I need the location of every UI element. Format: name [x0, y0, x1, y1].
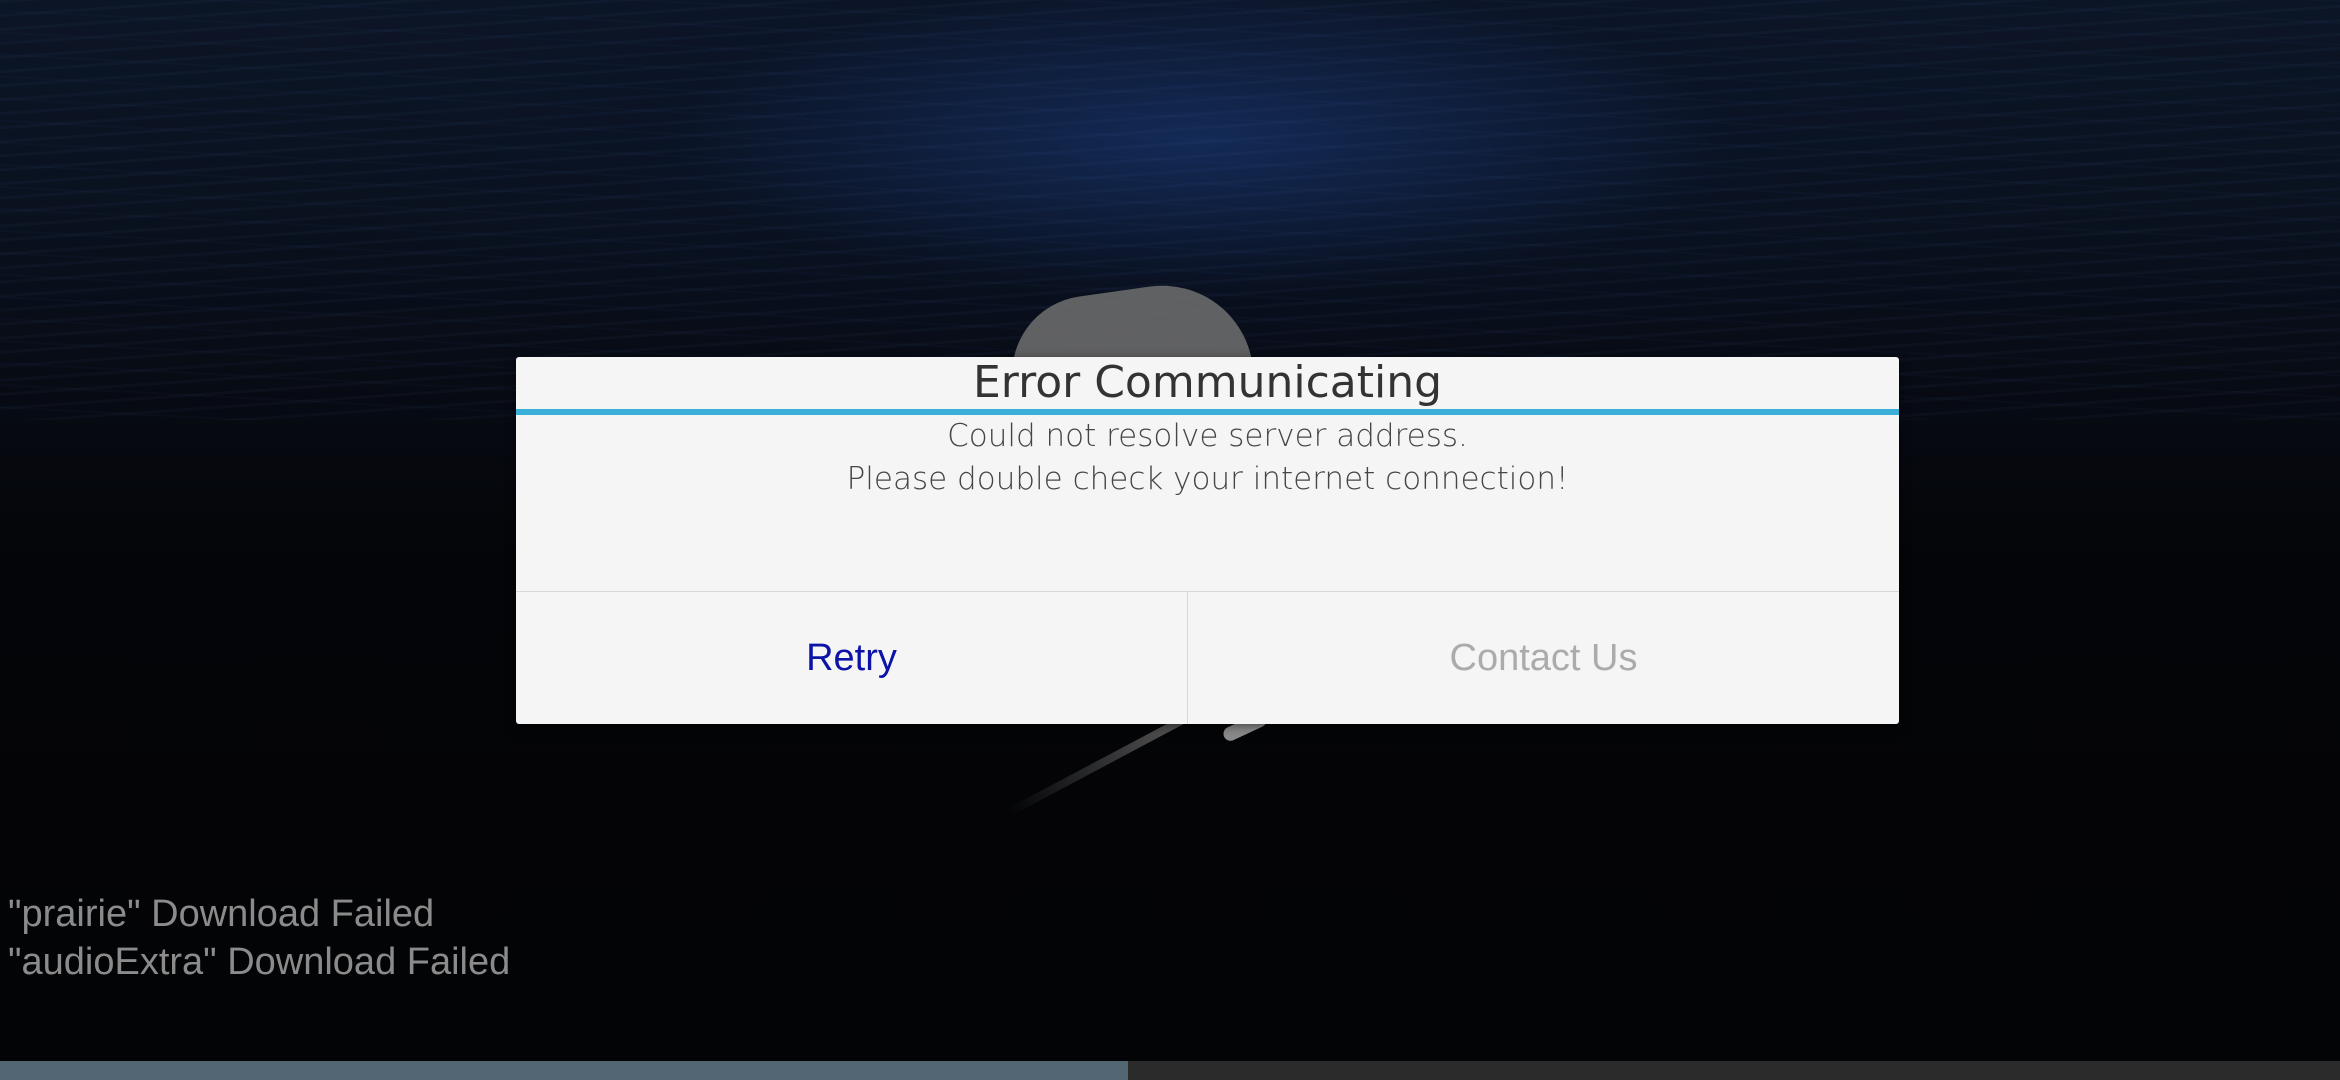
- logo-streak-shape: [1009, 713, 1191, 815]
- dialog-button-bar: Retry Contact Us: [516, 591, 1899, 724]
- download-progress-fill: [0, 1061, 1128, 1080]
- app-screen: Error Communicating Could not resolve se…: [0, 0, 2340, 1080]
- dialog-title: Error Communicating: [516, 357, 1899, 415]
- download-status-line: "audioExtra" Download Failed: [8, 941, 511, 983]
- download-progress-bar: [0, 1061, 2340, 1080]
- dialog-message-line: Please double check your internet connec…: [846, 461, 1569, 497]
- download-status-log: "prairie" Download Failed "audioExtra" D…: [8, 890, 510, 986]
- retry-button[interactable]: Retry: [516, 592, 1188, 724]
- contact-us-button[interactable]: Contact Us: [1188, 592, 1899, 724]
- dialog-message: Could not resolve server address. Please…: [516, 415, 1899, 591]
- error-dialog: Error Communicating Could not resolve se…: [516, 357, 1899, 724]
- download-status-line: "prairie" Download Failed: [8, 893, 435, 935]
- dialog-message-line: Could not resolve server address.: [947, 418, 1468, 454]
